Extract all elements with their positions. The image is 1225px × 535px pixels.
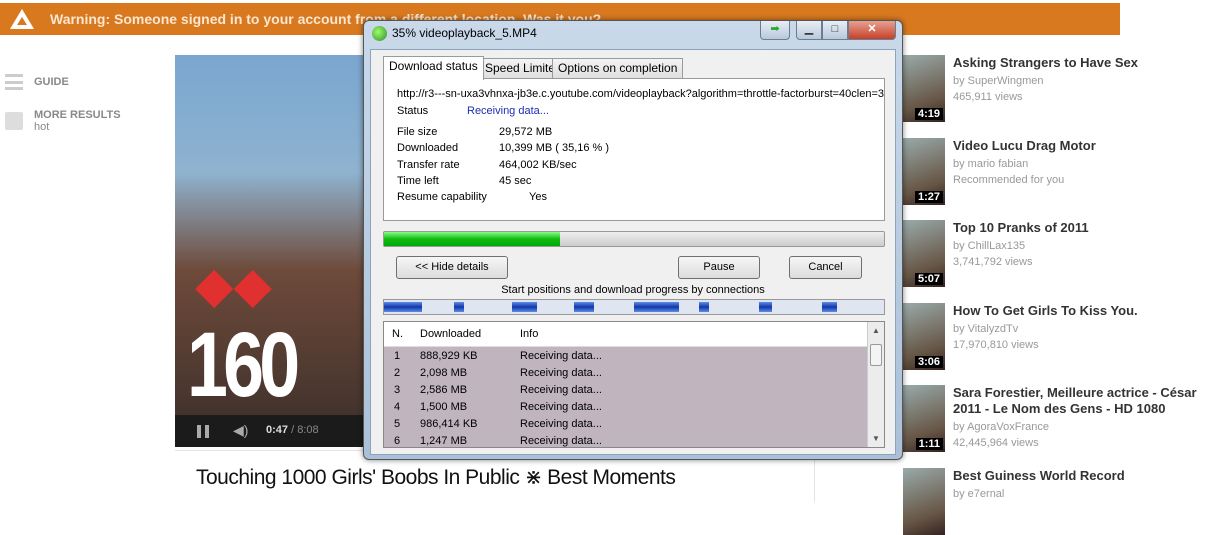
connections-caption: Start positions and download progress by… <box>501 284 765 296</box>
video-thumbnail[interactable]: 5:07 <box>903 220 945 287</box>
more-icon <box>5 112 23 130</box>
pause-button[interactable]: Pause <box>678 256 760 279</box>
field-label: Time left <box>397 174 439 187</box>
player-controls: ◀) 0:47 / 8:08 <box>175 415 365 447</box>
warning-triangle-icon <box>10 9 34 29</box>
field-label: Transfer rate <box>397 158 460 171</box>
maximize-button[interactable]: □ <box>822 21 848 40</box>
duration-badge: 1:27 <box>914 191 943 203</box>
related-video-meta: 465,911 views <box>953 91 1023 103</box>
table-row[interactable]: 5 986,414 KB Receiving data... <box>384 416 868 433</box>
field-value: Yes <box>529 191 547 204</box>
hide-details-button[interactable]: << Hide details <box>396 256 508 279</box>
table-row[interactable]: 2 2,098 MB Receiving data... <box>384 365 868 382</box>
related-video-channel[interactable]: by e7ernal <box>953 486 1004 502</box>
status-panel: http://r3---sn-uxa3vhnxa-jb3e.c.youtube.… <box>383 78 885 221</box>
volume-icon[interactable]: ◀) <box>233 422 248 439</box>
scroll-up-icon[interactable]: ▲ <box>872 326 880 335</box>
table-row[interactable]: 3 2,586 MB Receiving data... <box>384 382 868 399</box>
related-video-channel[interactable]: by mario fabian <box>953 156 1028 172</box>
related-video-channel[interactable]: by ChillLax135 <box>953 238 1025 254</box>
video-thumbnail[interactable]: 3:06 <box>903 303 945 370</box>
table-header: N. Downloaded Info <box>384 322 868 347</box>
related-video-channel[interactable]: by AgoraVoxFrance <box>953 419 1049 435</box>
related-video-meta: 17,970,810 views <box>953 339 1039 351</box>
connection-segment <box>821 302 837 312</box>
video-thumbnail[interactable]: 4:19 <box>903 55 945 122</box>
tab-options-on-completion[interactable]: Options on completion <box>552 58 684 79</box>
duration-badge: 4:19 <box>914 108 943 120</box>
table-row[interactable]: 1 888,929 KB Receiving data... <box>384 348 868 365</box>
sidebar-label: GUIDE <box>34 76 69 88</box>
minimize-to-tray-button[interactable]: ➡ <box>760 21 790 40</box>
field-label: File size <box>397 126 438 138</box>
video-title: Touching 1000 Girls' Boobs In Public ⋇ B… <box>196 466 676 489</box>
connections-progress-bar <box>383 299 885 315</box>
related-video-channel[interactable]: by SuperWingmen <box>953 73 1044 89</box>
cancel-button[interactable]: Cancel <box>789 256 862 279</box>
related-video-title[interactable]: Sara Forestier, Meilleure actrice - Césa… <box>953 385 1218 417</box>
table-row[interactable]: 4 1,500 MB Receiving data... <box>384 399 868 416</box>
table-scrollbar[interactable]: ▲ ▼ <box>867 322 884 447</box>
status-label: Status <box>397 105 429 117</box>
menu-icon <box>5 74 23 90</box>
related-video-title[interactable]: Video Lucu Drag Motor <box>953 138 1218 154</box>
connection-segment <box>574 302 594 312</box>
field-value: 10,399 MB ( 35,16 % ) <box>499 142 610 155</box>
video-player[interactable]: ◆◆ 160 ◀) 0:47 / 8:08 <box>175 55 365 447</box>
column-header-downloaded[interactable]: Downloaded <box>420 328 481 340</box>
related-video-channel[interactable]: by VitalyzdTv <box>953 321 1018 337</box>
field-value: 29,572 MB <box>499 126 553 138</box>
connection-segment <box>454 302 464 312</box>
table-row[interactable]: 6 1,247 MB Receiving data... <box>384 433 868 447</box>
duration-badge: 3:06 <box>914 356 943 368</box>
duration-badge: 5:07 <box>914 273 943 285</box>
related-video-title[interactable]: Best Guiness World Record <box>953 468 1218 484</box>
connection-segment <box>634 302 679 312</box>
scroll-down-icon[interactable]: ▼ <box>872 434 880 443</box>
sidebar-label: MORE RESULTS <box>34 109 121 121</box>
tab-download-status[interactable]: Download status <box>383 56 484 80</box>
connections-table: N. Downloaded Info 1 888,929 KB Receiving … <box>383 321 885 448</box>
field-value: 45 sec <box>499 174 532 187</box>
field-value: 464,002 KB/sec <box>499 158 577 171</box>
status-value: Receiving data... <box>467 105 549 117</box>
video-thumbnail[interactable]: 1:27 <box>903 138 945 205</box>
download-progress-bar <box>383 231 885 247</box>
related-video-title[interactable]: Top 10 Pranks of 2011 <box>953 220 1218 236</box>
video-overlay-text: 160 <box>187 314 300 416</box>
idm-app-icon <box>372 26 387 41</box>
pause-icon[interactable] <box>197 425 209 438</box>
minimize-button[interactable]: ▁ <box>796 21 822 40</box>
download-url: http://r3---sn-uxa3vhnxa-jb3e.c.youtube.… <box>397 88 885 100</box>
connection-segment <box>699 302 709 312</box>
connection-segment <box>759 302 772 312</box>
overlay-graphic: ◆◆ <box>195 257 272 313</box>
video-thumbnail[interactable]: 1:11 <box>903 385 945 452</box>
column-header-n[interactable]: N. <box>392 328 403 340</box>
field-label: Resume capability <box>397 191 487 204</box>
connection-segment <box>384 302 422 312</box>
column-header-info[interactable]: Info <box>520 328 538 340</box>
field-label: Downloaded <box>397 142 459 155</box>
sidebar-sublabel: hot <box>34 121 50 133</box>
time-display: 0:47 / 8:08 <box>266 424 319 436</box>
download-dialog: 35% videoplayback_5.MP4 ➡ ▁ □ ✕ Download… <box>363 20 903 460</box>
duration-badge: 1:11 <box>915 438 943 450</box>
related-video-meta: 3,741,792 views <box>953 256 1033 268</box>
related-video-meta: 42,445,964 views <box>953 437 1039 449</box>
related-video-title[interactable]: How To Get Girls To Kiss You. <box>953 303 1218 319</box>
dialog-title: 35% videoplayback_5.MP4 <box>392 26 537 40</box>
related-video-title[interactable]: Asking Strangers to Have Sex <box>953 55 1218 71</box>
scrollbar-thumb[interactable] <box>870 344 882 366</box>
connection-segment <box>511 302 537 312</box>
close-button[interactable]: ✕ <box>848 21 896 40</box>
related-video-meta: Recommended for you <box>953 174 1065 186</box>
